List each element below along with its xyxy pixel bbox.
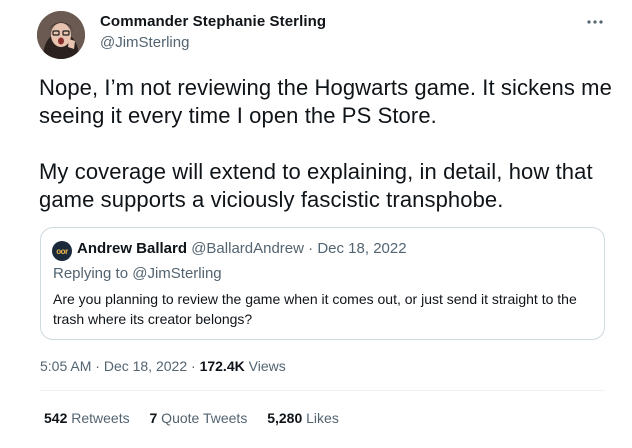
- views-count: 172.4K: [199, 358, 245, 374]
- more-horizontal-icon: [587, 20, 603, 24]
- retweets-link[interactable]: 542 Retweets: [44, 410, 130, 426]
- quoted-separator: ·: [303, 240, 318, 257]
- divider: [40, 390, 605, 391]
- quoted-tweet-text: Are you planning to review the game when…: [53, 291, 577, 327]
- engagement-stats: 542 Retweets 7 Quote Tweets 5,280 Likes: [44, 410, 355, 426]
- likes-label: Likes: [302, 410, 339, 426]
- quoted-date: Dec 18, 2022: [317, 240, 407, 257]
- likes-count: 5,280: [267, 410, 303, 426]
- quoted-author-name: Andrew Ballard: [77, 240, 188, 257]
- tweet-paragraph-1: Nope, I’m not reviewing the Hogwarts gam…: [39, 75, 612, 128]
- quoted-author-handle: @BallardAndrew: [191, 240, 304, 257]
- author-handle[interactable]: @JimSterling: [100, 34, 189, 51]
- retweets-count: 542: [44, 410, 68, 426]
- retweets-label: Retweets: [67, 410, 130, 426]
- tweet-paragraph-2: My coverage will extend to explaining, i…: [39, 159, 593, 212]
- replying-to: Replying to @JimSterling: [53, 265, 222, 282]
- author-avatar[interactable]: [37, 11, 85, 59]
- author-name[interactable]: Commander Stephanie Sterling: [100, 13, 326, 30]
- quoted-tweet[interactable]: oor Andrew Ballard @BallardAndrew · Dec …: [40, 227, 605, 340]
- avatar-image: [37, 11, 85, 59]
- tweet: Commander Stephanie Sterling @JimSterlin…: [0, 0, 632, 448]
- meta-separator-2: ·: [187, 358, 200, 374]
- quote-tweets-link[interactable]: 7 Quote Tweets: [150, 410, 248, 426]
- quoted-author-avatar: oor: [52, 241, 72, 261]
- tweet-date[interactable]: Dec 18, 2022: [104, 358, 187, 374]
- quote-tweets-label: Quote Tweets: [157, 410, 248, 426]
- tweet-time[interactable]: 5:05 AM: [40, 358, 91, 374]
- views-label: Views: [244, 358, 286, 374]
- tweet-text: Nope, I’m not reviewing the Hogwarts gam…: [39, 74, 619, 214]
- tweet-meta: 5:05 AM · Dec 18, 2022 · 172.4K Views: [40, 358, 286, 374]
- likes-link[interactable]: 5,280 Likes: [267, 410, 339, 426]
- more-options-button[interactable]: [582, 12, 608, 32]
- meta-separator: ·: [91, 358, 104, 374]
- quoted-tweet-header: Andrew Ballard @BallardAndrew · Dec 18, …: [77, 240, 407, 257]
